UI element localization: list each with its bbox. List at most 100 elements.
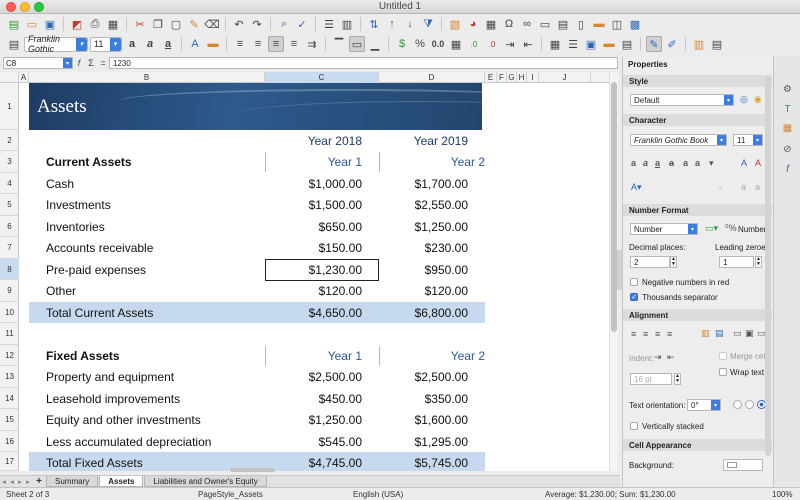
page-style-status[interactable]: PageStyle_Assets xyxy=(198,490,263,499)
formula-icon[interactable]: = xyxy=(97,58,109,68)
number-format-icon[interactable]: 0.0 xyxy=(430,36,446,52)
italic-icon[interactable]: a xyxy=(643,158,648,168)
table-row-label[interactable]: Pre-paid expenses xyxy=(46,259,256,280)
indent-input[interactable]: 16 pt xyxy=(630,373,672,385)
special-character-icon[interactable]: Ω xyxy=(501,16,517,32)
insert-chart-icon[interactable]: ◕ xyxy=(465,16,481,32)
cell-style-combo[interactable]: Default ▾ xyxy=(630,94,734,106)
select-all-corner[interactable] xyxy=(0,72,19,83)
sort-descending-icon[interactable]: ↓ xyxy=(402,16,418,32)
font-color-icon[interactable]: A▾ xyxy=(631,182,642,193)
sidebar-scrollbar[interactable] xyxy=(765,76,771,456)
total-fixed-year1[interactable]: $4,745.00 xyxy=(265,452,362,471)
split-window-icon[interactable]: ◫ xyxy=(609,16,625,32)
row-icon[interactable]: ☰ xyxy=(321,16,337,32)
function-wizard-icon[interactable]: f xyxy=(73,58,85,68)
wrap-text-icon[interactable]: ⇉ xyxy=(304,36,320,52)
decrease-indent-icon[interactable]: ⇤ xyxy=(520,36,536,52)
headers-footers-icon[interactable]: ▤ xyxy=(555,16,571,32)
freeze-rows-icon[interactable]: ▬ xyxy=(591,16,607,32)
chevron-down-icon[interactable]: ▾ xyxy=(110,37,121,51)
table-cell-year1[interactable]: $1,230.00 xyxy=(265,259,362,280)
column-header-h[interactable]: H xyxy=(517,72,527,83)
previous-sheet-icon[interactable]: ◂ xyxy=(8,478,16,486)
chevron-down-icon[interactable]: ▾ xyxy=(717,135,726,145)
chevron-down-icon[interactable]: ▾ xyxy=(724,95,733,105)
table-cell-year2[interactable]: $950.00 xyxy=(379,259,468,280)
section-number-format-header[interactable]: Number Format xyxy=(623,204,772,216)
merge-center-icon[interactable]: ▤ xyxy=(619,36,635,52)
tab-assets[interactable]: Assets xyxy=(99,476,144,487)
align-top-icon[interactable]: ▔ xyxy=(331,36,347,52)
row-header[interactable]: 13 xyxy=(0,366,19,388)
table-cell-year2[interactable]: $1,295.00 xyxy=(379,431,468,452)
row-header[interactable]: 1 xyxy=(0,83,19,130)
current-year-1-label[interactable]: Year 1 xyxy=(265,151,362,173)
tab-summary[interactable]: Summary xyxy=(46,476,99,487)
first-sheet-icon[interactable]: ◂ xyxy=(0,478,8,486)
border-style-icon[interactable]: ☰ xyxy=(565,36,581,52)
table-cell-year2[interactable]: $350.00 xyxy=(379,388,468,409)
column-header-d[interactable]: D xyxy=(379,72,485,83)
background-color-combo[interactable] xyxy=(723,459,763,471)
bold-icon[interactable]: a xyxy=(124,36,140,52)
table-row-label[interactable]: Leasehold improvements xyxy=(46,388,266,409)
zoom-status[interactable]: 100% xyxy=(772,490,792,499)
year-2018-header[interactable]: Year 2018 xyxy=(265,130,362,151)
fixed-year-1-label[interactable]: Year 1 xyxy=(265,345,362,366)
row-header[interactable]: 7 xyxy=(0,237,19,259)
row-header[interactable]: 17 xyxy=(0,452,19,471)
chevron-down-icon[interactable]: ▾ xyxy=(63,58,72,68)
paste-icon[interactable]: ▢ xyxy=(168,16,184,32)
hyperlink-icon[interactable]: ∞ xyxy=(519,16,535,32)
chevron-down-icon[interactable]: ▾ xyxy=(753,135,762,145)
strikethrough-icon[interactable]: a xyxy=(669,158,674,168)
percent-format-icon[interactable]: ⁰% xyxy=(725,223,737,234)
column-header-f[interactable]: F xyxy=(497,72,507,83)
indent-stepper[interactable]: ▲ ▼ xyxy=(674,373,681,385)
leading-zeroes-input[interactable]: 1 xyxy=(719,256,754,268)
table-cell-year1[interactable]: $650.00 xyxy=(265,216,362,237)
merge-cells-checkbox[interactable] xyxy=(719,352,727,360)
last-sheet-icon[interactable]: ▸ xyxy=(24,478,32,486)
italic-icon[interactable]: a xyxy=(142,36,158,52)
draw-icon[interactable]: ✐ xyxy=(664,36,680,52)
name-box[interactable]: C8 ▾ xyxy=(3,57,73,69)
outline-icon[interactable]: a xyxy=(695,158,700,168)
redo-icon[interactable]: ↷ xyxy=(249,16,265,32)
deck-gallery-icon[interactable]: ▦ xyxy=(781,123,794,136)
sheet-position-status[interactable]: Sheet 2 of 3 xyxy=(6,490,49,499)
insert-image-icon[interactable]: ▨ xyxy=(447,16,463,32)
font-name-combo[interactable]: Franklin Gothic ▾ xyxy=(24,34,88,54)
total-fixed-year2[interactable]: $5,745.00 xyxy=(379,452,468,471)
open-folder-icon[interactable]: ▭ xyxy=(24,16,40,32)
fixed-year-2-label[interactable]: Year 2 xyxy=(379,345,485,366)
clone-formatting-icon[interactable]: ✎ xyxy=(186,16,202,32)
increase-font-icon[interactable]: A xyxy=(741,158,747,168)
align-top-icon[interactable]: ▥ xyxy=(701,328,710,339)
column-header-b[interactable]: B xyxy=(29,72,265,83)
find-replace-icon[interactable]: ⌕ xyxy=(276,16,292,32)
table-cell-year2[interactable]: $1,250.00 xyxy=(379,216,468,237)
column-header-a[interactable]: A xyxy=(19,72,29,83)
update-style-icon[interactable]: ◉ xyxy=(754,94,762,105)
leading-zeroes-stepper[interactable]: ▲ ▼ xyxy=(755,256,762,268)
row-header[interactable]: 2 xyxy=(0,130,19,151)
delete-decimal-icon[interactable]: .0 xyxy=(484,36,500,52)
align-left-icon[interactable]: ≡ xyxy=(631,329,636,339)
table-row-label[interactable]: Cash xyxy=(46,173,256,194)
scrollbar-thumb[interactable] xyxy=(611,82,617,332)
table-row-label[interactable]: Equity and other investments xyxy=(46,409,266,431)
column-icon[interactable]: ▥ xyxy=(339,16,355,32)
align-center-icon[interactable]: ≡ xyxy=(643,329,648,339)
borders-icon[interactable]: ▦ xyxy=(547,36,563,52)
chevron-down-icon[interactable]: ▾ xyxy=(76,37,87,51)
year-2019-header[interactable]: Year 2019 xyxy=(379,130,468,151)
background-color-icon[interactable]: ▬ xyxy=(601,36,617,52)
deck-functions-icon[interactable]: f xyxy=(781,164,794,177)
column-header-g[interactable]: G xyxy=(507,72,517,83)
font-color-icon[interactable]: A xyxy=(187,36,203,52)
current-assets-heading[interactable]: Current Assets xyxy=(46,151,256,173)
table-cell-year2[interactable]: $120.00 xyxy=(379,280,468,302)
row-header[interactable]: 10 xyxy=(0,302,19,323)
